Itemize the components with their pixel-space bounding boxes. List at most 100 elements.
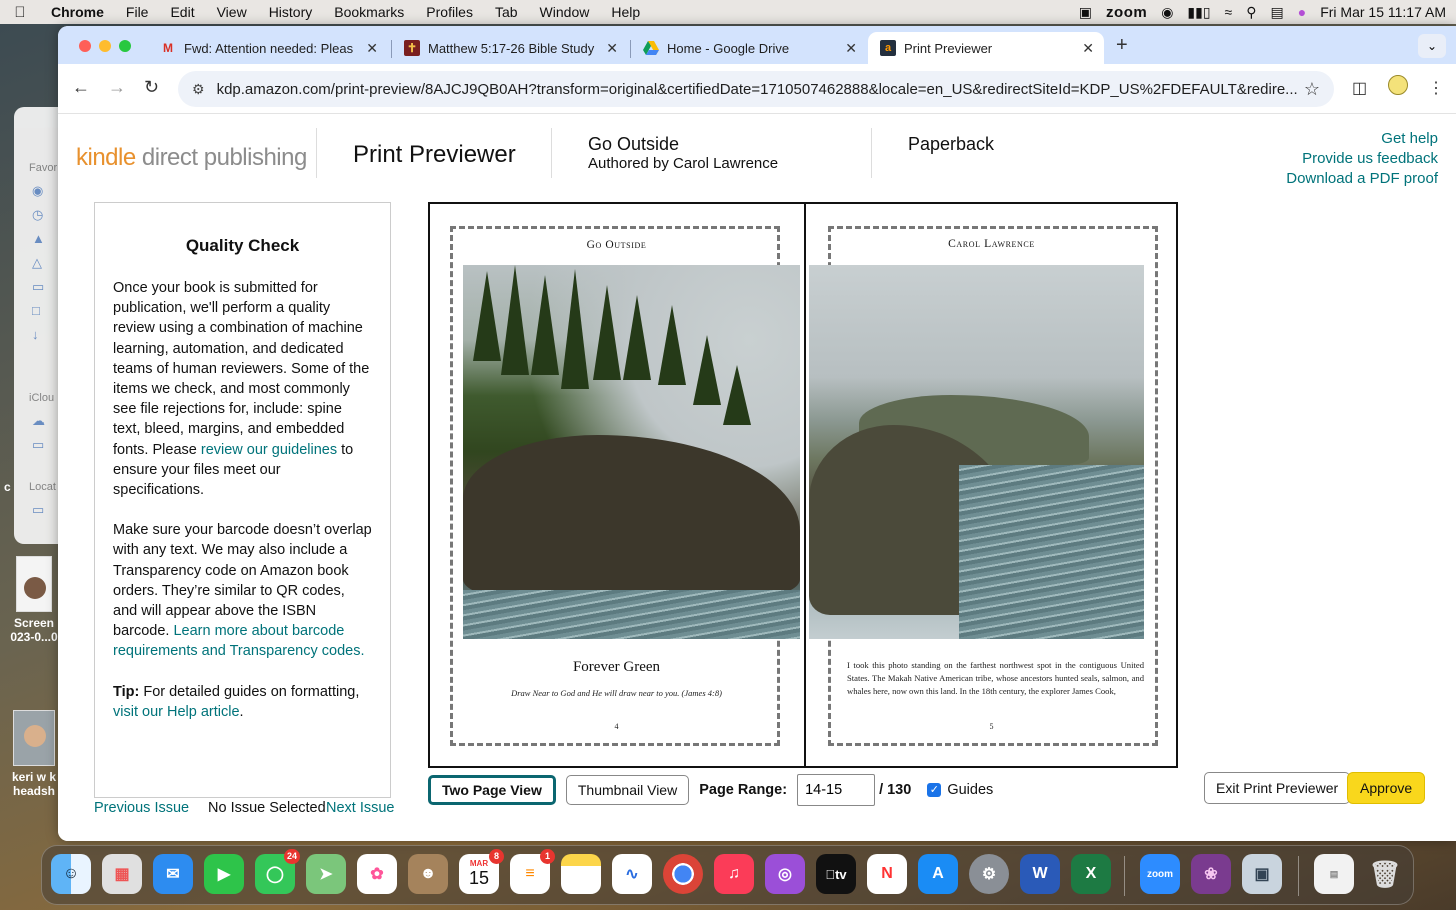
guides-label[interactable]: Guides <box>947 782 993 798</box>
back-arrow-icon[interactable]: ← <box>72 77 90 98</box>
tab-search-chevron-icon[interactable]: ⌄ <box>1418 34 1446 58</box>
control-center-icon[interactable]: ▤ <box>1271 4 1284 21</box>
provide-feedback-link[interactable]: Provide us feedback <box>1286 149 1438 169</box>
qc-text: Make sure your barcode doesn’t overlap w… <box>113 522 372 640</box>
trash-icon[interactable]: 🗑 <box>1365 854 1405 894</box>
apple-icon[interactable]:  <box>0 4 40 21</box>
desktop-file-headshot[interactable]: keri w k headsh <box>4 710 64 798</box>
thumbnail-view-button[interactable]: Thumbnail View <box>565 775 690 805</box>
freeform-icon[interactable]: ∿ <box>612 854 652 894</box>
tab-print-previewer[interactable]: a Print Previewer ✕ <box>868 32 1104 64</box>
review-guidelines-link[interactable]: review our guidelines <box>201 442 337 458</box>
page-range-label: Page Range: <box>699 782 788 798</box>
menu-help[interactable]: Help <box>600 4 651 20</box>
previous-issue-link[interactable]: Previous Issue <box>94 800 189 816</box>
tab-bible-study[interactable]: ✝ Matthew 5:17-26 Bible Study ✕ <box>392 32 628 64</box>
window-minimize-button[interactable] <box>99 40 111 52</box>
menu-file[interactable]: File <box>115 4 160 20</box>
book-spread-preview[interactable]: Go Outside Forever Green Draw Near to Go… <box>428 202 1178 768</box>
chrome-menu-icon[interactable]: ⋮ <box>1428 78 1444 98</box>
app-store-icon[interactable]: A <box>918 854 958 894</box>
download-pdf-proof-link[interactable]: Download a PDF proof <box>1286 169 1438 189</box>
messages-icon[interactable]: ◯ 24 <box>255 849 300 894</box>
finder-icon[interactable]: ☺ <box>51 854 91 894</box>
launchpad-icon[interactable]: ▦ <box>102 854 142 894</box>
notes-icon[interactable] <box>561 854 601 894</box>
flower-app-icon[interactable]: ❀ <box>1191 854 1231 894</box>
get-help-link[interactable]: Get help <box>1286 129 1438 149</box>
tab-google-drive[interactable]: Home - Google Drive ✕ <box>631 32 867 64</box>
page-number-right: 5 <box>989 722 994 731</box>
tab-close-icon[interactable]: ✕ <box>1082 40 1094 57</box>
tab-gmail[interactable]: M Fwd: Attention needed: Pleas ✕ <box>148 32 388 64</box>
menu-bar-clock[interactable]: Fri Mar 15 11:17 AM <box>1320 4 1446 20</box>
facetime-icon[interactable]: ▶ <box>204 854 244 894</box>
exit-print-previewer-button[interactable]: Exit Print Previewer <box>1204 772 1351 804</box>
screen-share-icon[interactable]: ▣ <box>1079 4 1092 21</box>
battery-icon[interactable]: ▮▮▯ <box>1187 4 1210 21</box>
bookmark-star-icon[interactable]: ☆ <box>1304 79 1320 100</box>
kdp-logo[interactable]: kindle direct publishing <box>76 144 307 172</box>
guides-checkbox[interactable]: ✓ <box>927 783 942 797</box>
preview-app-icon[interactable]: ▣ <box>1242 854 1282 894</box>
excel-icon[interactable]: X <box>1071 854 1111 894</box>
calendar-badge: 8 <box>489 849 504 864</box>
chrome-window: M Fwd: Attention needed: Pleas ✕ ✝ Matth… <box>58 26 1456 841</box>
new-tab-icon[interactable]: + <box>1116 34 1128 57</box>
reminders-icon[interactable]: ≡ 1 <box>510 849 555 894</box>
window-close-button[interactable] <box>79 40 91 52</box>
two-page-view-button[interactable]: Two Page View <box>428 775 556 805</box>
macos-menu-bar:  Chrome File Edit View History Bookmark… <box>0 0 1456 24</box>
page-range-input[interactable] <box>797 774 876 806</box>
address-bar-url[interactable]: kdp.amazon.com/print-preview/8AJCJ9QB0AH… <box>217 81 1297 98</box>
chrome-icon[interactable] <box>663 854 703 894</box>
tab-close-icon[interactable]: ✕ <box>606 40 618 57</box>
menu-bookmarks[interactable]: Bookmarks <box>323 4 415 20</box>
address-bar[interactable]: ⚙ kdp.amazon.com/print-preview/8AJCJ9QB0… <box>178 71 1334 107</box>
tab-close-icon[interactable]: ✕ <box>366 40 378 57</box>
music-icon[interactable]: ♫ <box>714 854 754 894</box>
help-article-link[interactable]: visit our Help article <box>113 704 240 720</box>
book-author: Authored by Carol Lawrence <box>588 155 779 172</box>
word-icon[interactable]: W <box>1020 854 1060 894</box>
desktop-folder-icon: ▭ <box>32 279 45 294</box>
reload-icon[interactable]: ↻ <box>144 77 159 98</box>
photos-icon[interactable]: ✿ <box>357 854 397 894</box>
next-issue-link[interactable]: Next Issue <box>326 800 395 816</box>
menu-view[interactable]: View <box>206 4 258 20</box>
header-divider <box>551 128 552 178</box>
site-settings-icon[interactable]: ⚙ <box>192 81 205 98</box>
window-zoom-button[interactable] <box>119 40 131 52</box>
menu-profiles[interactable]: Profiles <box>415 4 484 20</box>
menu-app-chrome[interactable]: Chrome <box>40 4 115 20</box>
screenshot-thumbnail <box>16 556 52 612</box>
menu-history[interactable]: History <box>258 4 324 20</box>
profile-avatar[interactable] <box>1388 75 1408 95</box>
apple-tv-icon[interactable]: tv <box>816 854 856 894</box>
recent-document-icon[interactable]: ▤ <box>1314 854 1354 894</box>
tab-close-icon[interactable]: ✕ <box>845 40 857 57</box>
menu-window[interactable]: Window <box>529 4 601 20</box>
mail-icon[interactable]: ✉ <box>153 854 193 894</box>
system-settings-icon[interactable]: ⚙ <box>969 854 1009 894</box>
qc-text: Once your book is submitted for publicat… <box>113 280 370 458</box>
drive-icon: △ <box>32 255 42 270</box>
news-icon[interactable]: N <box>867 854 907 894</box>
disk-icon: ▭ <box>32 502 45 517</box>
maps-icon[interactable]: ➤ <box>306 854 346 894</box>
contacts-icon[interactable]: ☻ <box>408 854 448 894</box>
zoom-app-icon[interactable]: zoom <box>1140 854 1180 894</box>
search-icon[interactable]: ⚲ <box>1246 4 1256 21</box>
calendar-icon[interactable]: MAR 15 8 <box>459 849 504 894</box>
wifi-icon[interactable]: ≈ <box>1225 4 1233 20</box>
forward-arrow-icon[interactable]: → <box>108 77 126 98</box>
approve-button[interactable]: Approve <box>1347 772 1426 804</box>
menu-tab[interactable]: Tab <box>484 4 529 20</box>
siri-icon[interactable]: ● <box>1298 4 1306 20</box>
podcasts-icon[interactable]: ◎ <box>765 854 805 894</box>
zoom-status-label[interactable]: zoom <box>1106 4 1147 21</box>
tab-title: Matthew 5:17-26 Bible Study <box>428 40 595 56</box>
airdrop-icon[interactable]: ◉ <box>1161 4 1173 21</box>
side-panel-icon[interactable]: ◫ <box>1352 78 1367 98</box>
menu-edit[interactable]: Edit <box>159 4 205 20</box>
